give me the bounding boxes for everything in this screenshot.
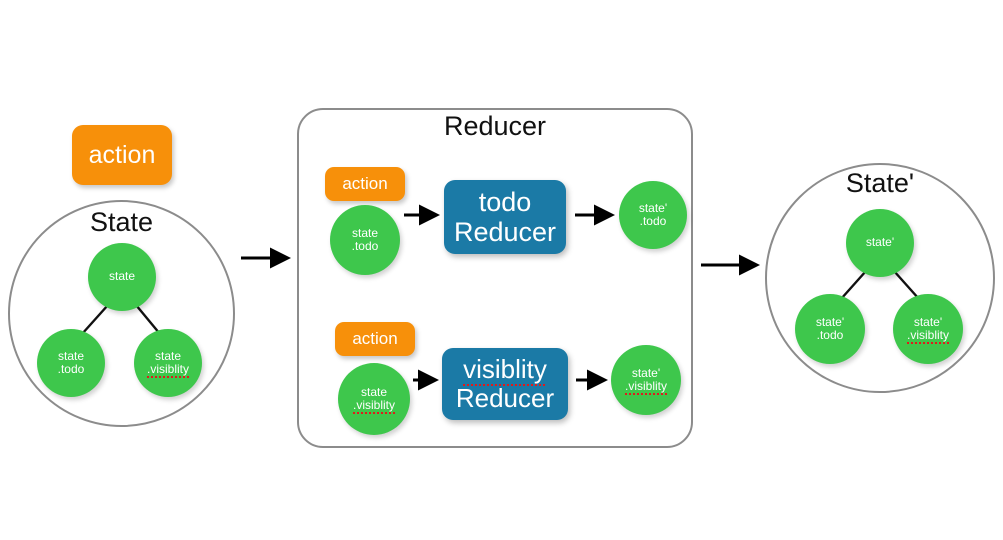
visibility-reducer-node[interactable]: visiblity Reducer <box>442 348 568 420</box>
visibility-reducer-label-line1: visiblity <box>463 353 547 387</box>
visibility-reducer-label-line2: Reducer <box>455 383 555 413</box>
state-prime-todo-label-line2: .todo <box>816 328 844 342</box>
todo-input-label-line1: state <box>351 225 378 240</box>
todo-reducer-label-line2: Reducer <box>453 217 557 247</box>
state-todo-label-line2: .todo <box>57 362 85 376</box>
todo-input-state-node[interactable]: state .todo <box>330 205 400 275</box>
visibility-input-state-node[interactable]: state .visiblity <box>338 363 410 435</box>
state-root-node[interactable]: state <box>88 243 156 311</box>
state-prime-root-label: state' <box>865 235 895 250</box>
visibility-output-label-line2: .visiblity <box>624 379 668 396</box>
action-node-left[interactable]: action <box>72 125 172 185</box>
todo-action-label: action <box>342 174 388 194</box>
visibility-action-node[interactable]: action <box>335 322 415 356</box>
visibility-input-label-line2: .visiblity <box>352 398 396 415</box>
todo-output-state-node[interactable]: state' .todo <box>619 181 687 249</box>
state-caption: State <box>89 207 154 237</box>
visibility-action-label: action <box>352 329 398 349</box>
todo-input-label-line2: .todo <box>351 239 379 253</box>
state-prime-visibility-label-line2: .visiblity <box>906 328 950 345</box>
state-prime-todo-node[interactable]: state' .todo <box>795 294 865 364</box>
todo-reducer-node[interactable]: todo Reducer <box>444 180 566 254</box>
todo-action-node[interactable]: action <box>325 167 405 201</box>
visibility-output-label-line1: state' <box>631 365 661 380</box>
state-root-label: state <box>108 269 135 284</box>
todo-reducer-label-line1: todo <box>478 186 532 217</box>
state-prime-caption: State' <box>845 168 915 198</box>
visibility-output-state-node[interactable]: state' .visiblity <box>611 345 681 415</box>
state-prime-todo-label-line1: state' <box>815 314 845 329</box>
reducer-caption: Reducer <box>443 111 547 141</box>
state-visibility-node[interactable]: state .visiblity <box>134 329 202 397</box>
diagram-canvas: action State state state .todo state .vi… <box>0 0 1003 540</box>
state-todo-label-line1: state <box>57 348 84 363</box>
state-prime-visibility-node[interactable]: state' .visiblity <box>893 294 963 364</box>
state-prime-visibility-label-line1: state' <box>913 314 943 329</box>
visibility-input-label-line1: state <box>360 384 387 399</box>
action-label: action <box>88 141 156 169</box>
todo-output-label-line2: .todo <box>639 214 667 228</box>
state-visibility-label-line2: .visiblity <box>146 362 190 379</box>
state-todo-node[interactable]: state .todo <box>37 329 105 397</box>
state-visibility-label-line1: state <box>154 348 181 363</box>
todo-output-label-line1: state' <box>638 200 668 215</box>
state-prime-root-node[interactable]: state' <box>846 209 914 277</box>
